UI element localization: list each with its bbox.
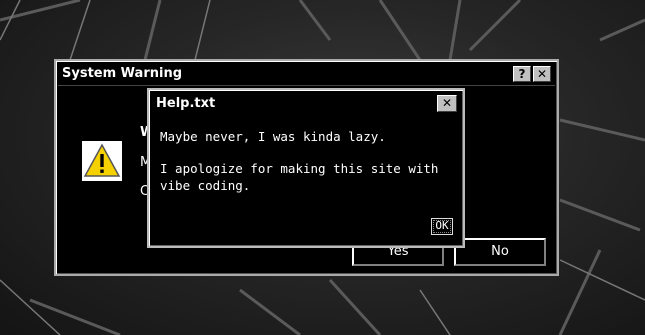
help-titlebar[interactable]: Help.txt ✕ xyxy=(151,92,461,114)
system-warning-title: System Warning xyxy=(62,66,183,81)
help-paragraph-1: Maybe never, I was kinda lazy. xyxy=(160,129,386,144)
help-title: Help.txt xyxy=(156,96,216,111)
close-button[interactable]: ✕ xyxy=(533,66,551,82)
warning-triangle-icon xyxy=(82,141,122,181)
help-paragraph-2: I apologize for making this site with vi… xyxy=(160,161,439,193)
help-txt-window: Help.txt ✕ Maybe never, I was kinda lazy… xyxy=(147,88,465,248)
help-content: Maybe never, I was kinda lazy. I apologi… xyxy=(160,128,453,194)
help-button[interactable]: ? xyxy=(513,66,531,82)
ok-button[interactable]: OK xyxy=(431,218,453,235)
no-button[interactable]: No xyxy=(454,238,546,266)
help-close-button[interactable]: ✕ xyxy=(437,95,457,112)
system-warning-titlebar[interactable]: System Warning ? ✕ xyxy=(58,63,555,86)
